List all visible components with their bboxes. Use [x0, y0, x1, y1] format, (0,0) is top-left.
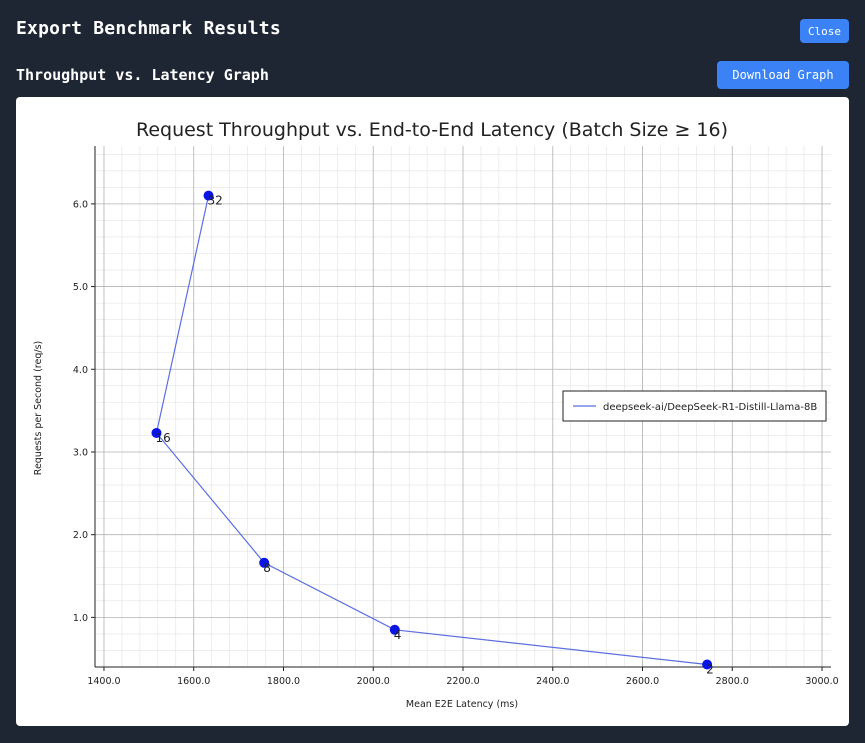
x-tick-label: 2200.0 — [446, 676, 479, 687]
y-tick-label: 6.0 — [73, 199, 88, 210]
x-tick-label: 2600.0 — [626, 676, 659, 687]
data-point-label: 16 — [155, 431, 170, 445]
y-tick-label: 3.0 — [73, 447, 88, 458]
x-tick-label: 3000.0 — [805, 676, 838, 687]
x-tick-label: 2000.0 — [357, 676, 390, 687]
chart-legend: deepseek-ai/DeepSeek-R1-Distill-Llama-8B — [562, 390, 827, 422]
x-tick-label: 1800.0 — [267, 676, 300, 687]
x-tick-label: 2400.0 — [536, 676, 569, 687]
throughput-latency-chart: 1400.0 1600.0 1800.0 2000.0 2200.0 2400.0 2600… — [33, 119, 839, 710]
close-button[interactable]: Close — [800, 19, 849, 43]
y-tick-label: 2.0 — [73, 530, 88, 541]
modal-title: Export Benchmark Results — [16, 18, 281, 39]
x-axis-label: Mean E2E Latency (ms) — [406, 699, 518, 710]
chart-title: Request Throughput vs. End-to-End Latenc… — [136, 119, 728, 141]
data-point-label: 32 — [208, 194, 223, 208]
y-tick-label: 5.0 — [73, 282, 88, 293]
y-tick-label: 4.0 — [73, 365, 88, 376]
chart-panel: 1400.0 1600.0 1800.0 2000.0 2200.0 2400.0 2600… — [16, 97, 849, 726]
section-title: Throughput vs. Latency Graph — [16, 66, 269, 84]
data-point-label: 2 — [706, 663, 714, 677]
x-tick-label: 1600.0 — [177, 676, 210, 687]
y-axis-label: Requests per Second (req/s) — [33, 341, 44, 475]
x-tick-label: 2800.0 — [716, 676, 749, 687]
legend-label: deepseek-ai/DeepSeek-R1-Distill-Llama-8B — [603, 402, 817, 413]
data-point-label: 4 — [394, 628, 402, 642]
y-tick-label: 1.0 — [73, 613, 88, 624]
x-tick-label: 1400.0 — [87, 676, 120, 687]
data-point-label: 8 — [263, 561, 271, 575]
download-graph-button[interactable]: Download Graph — [717, 61, 849, 89]
